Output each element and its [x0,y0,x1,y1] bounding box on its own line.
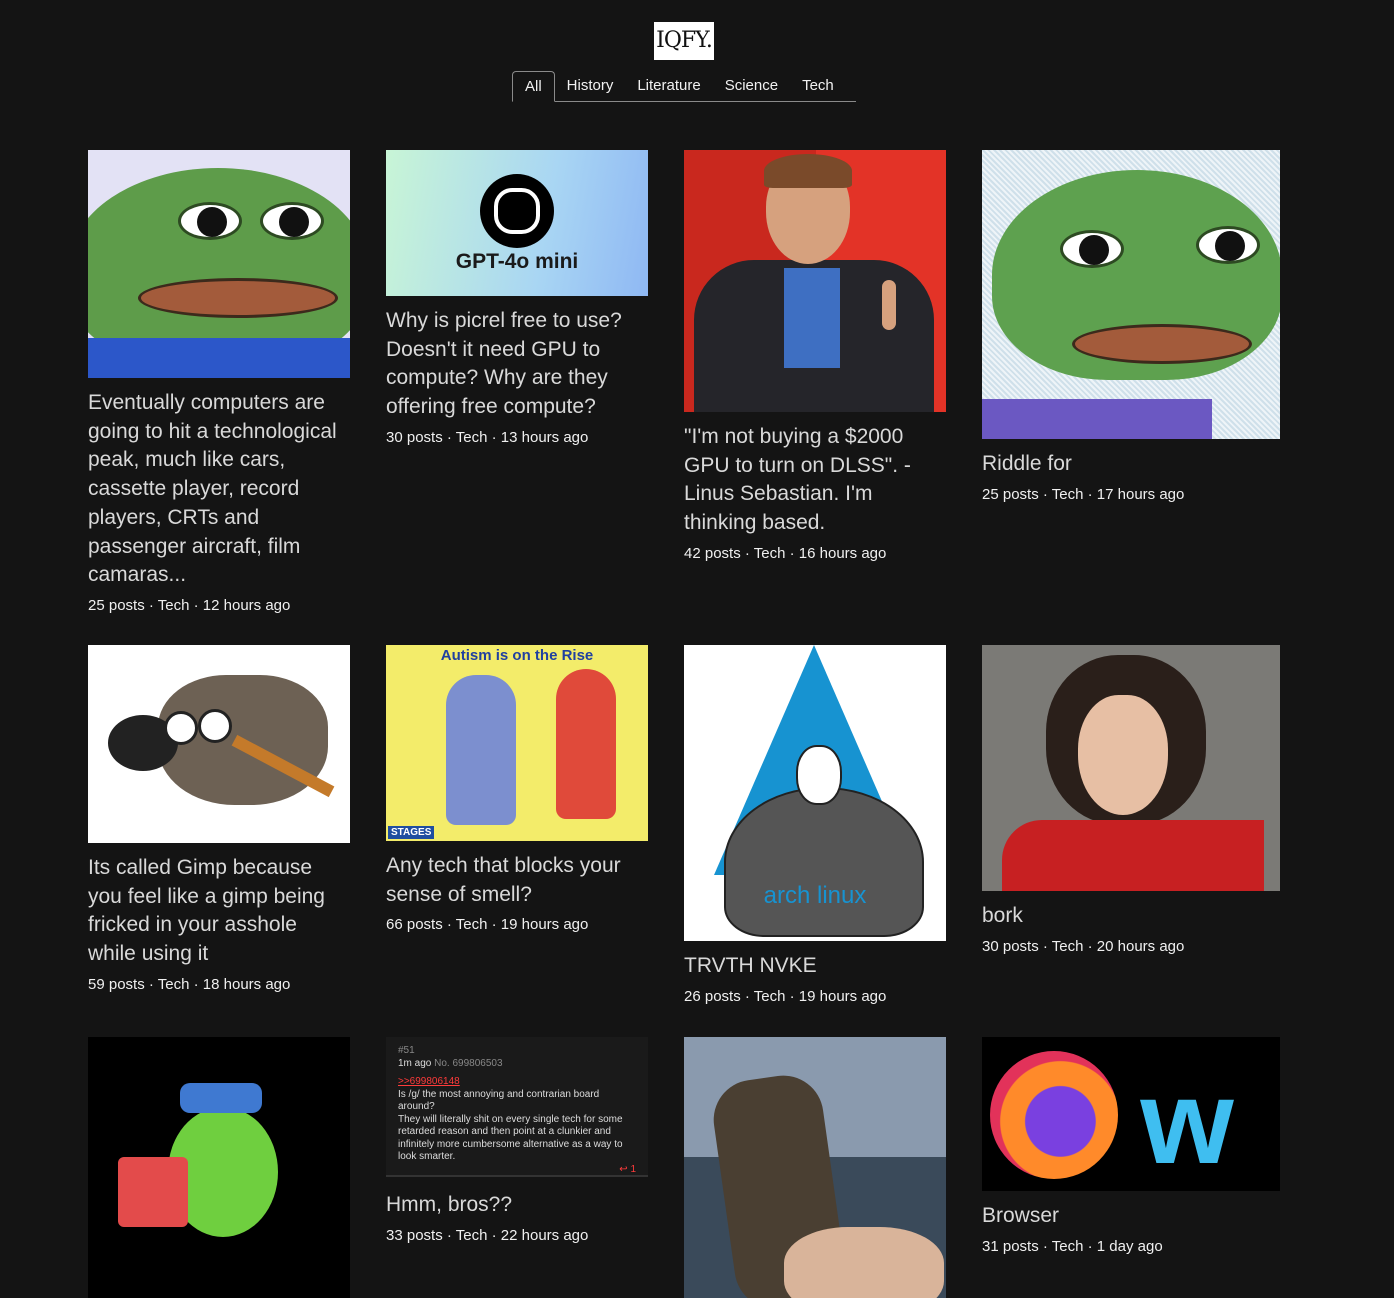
thread-title[interactable]: TRVTH NVKE [684,952,946,981]
thumb-caption: Autism is on the Rise [440,647,594,664]
thumb-shape [164,711,198,745]
thread-thumbnail[interactable]: arch linux [684,645,946,941]
tab-science[interactable]: Science [713,71,790,102]
thread-card[interactable]: Autism is on the Rise STAGES Any tech th… [386,645,648,933]
thread-meta: 33 posts · Tech · 22 hours ago [386,1226,589,1244]
post-id: No. 699806503 [434,1057,503,1069]
thumb-shape [1196,226,1260,264]
thread-card[interactable] [88,1037,350,1298]
thread-meta: 42 posts · Tech · 16 hours ago [684,544,887,562]
thumb-shape [556,669,616,819]
thread-meta: 30 posts · Tech · 20 hours ago [982,937,1185,955]
thread-title[interactable]: Any tech that blocks your sense of smell… [386,852,648,909]
thread-thumbnail[interactable]: Autism is on the Rise STAGES [386,645,648,841]
post-time: 1m ago [398,1057,432,1069]
thumb-shape [1078,695,1168,815]
thumb-shape [180,1083,262,1113]
thumb-shape [796,745,842,805]
post-number: #51 [398,1045,415,1056]
thumb-shape [260,202,324,240]
thread-card[interactable]: Eventually computers are going to hit a … [88,150,350,614]
thread-card[interactable]: w Browser 31 posts · Tech · 1 day ago [982,1037,1280,1255]
thread-card[interactable] [684,1037,946,1298]
thread-meta: 25 posts · Tech · 17 hours ago [982,485,1185,503]
thumb-shape [982,399,1212,439]
thumb-shape [1215,231,1245,261]
thread-title[interactable]: bork [982,902,1280,931]
thread-card[interactable]: Riddle for 25 posts · Tech · 17 hours ag… [982,150,1280,503]
thumb-caption: STAGES [388,826,435,839]
thumb-shape [1002,820,1264,891]
thread-title[interactable]: Hmm, bros?? [386,1191,648,1220]
thread-title[interactable]: "I'm not buying a $2000 GPU to turn on D… [684,423,946,538]
thumb-shape [138,278,338,318]
thread-meta: 31 posts · Tech · 1 day ago [982,1237,1163,1255]
tab-all[interactable]: All [512,71,555,102]
thread-meta: 25 posts · Tech · 12 hours ago [88,596,291,614]
thumb-shape [1079,235,1109,265]
thread-title[interactable]: Why is picrel free to use? Doesn't it ne… [386,307,648,422]
thumb-shape [1072,324,1252,364]
waterfox-logo-icon: w [1140,1055,1234,1189]
thread-title[interactable]: Browser [982,1202,1280,1231]
thread-thumbnail[interactable]: w [982,1037,1280,1191]
firefox-logo-icon [990,1051,1118,1179]
post-header: 1m ago No. 699806503 [398,1058,636,1071]
reply-count-value: 1 [630,1163,636,1175]
thread-card[interactable]: "I'm not buying a $2000 GPU to turn on D… [684,150,946,562]
thumb-shape [784,1227,944,1298]
thumb-caption: arch linux [763,882,867,909]
thumb-shape [178,202,242,240]
thumb-shape [279,207,309,237]
reply-count: ↩ 1 [619,1163,636,1175]
thumb-shape [198,709,232,743]
thread-meta: 66 posts · Tech · 19 hours ago [386,916,589,934]
thread-card[interactable]: arch linux TRVTH NVKE 26 posts · Tech · … [684,645,946,1005]
thumb-shape [118,1157,188,1227]
thumb-shape [494,188,540,234]
thread-title[interactable]: Its called Gimp because you feel like a … [88,854,350,969]
thread-thumbnail[interactable] [88,645,350,843]
thread-card[interactable]: #51 1m ago No. 699806503 >>699806148 Is … [386,1037,648,1244]
thumb-shape [724,787,924,937]
thumb-shape [764,154,852,188]
thread-thumbnail[interactable] [88,1037,350,1298]
thumb-shape [784,268,840,368]
thread-card[interactable]: Its called Gimp because you feel like a … [88,645,350,993]
thread-card[interactable]: GPT-4o mini Why is picrel free to use? D… [386,150,648,446]
site-logo[interactable]: IQFY. [654,22,714,60]
thread-thumbnail[interactable] [88,150,350,378]
thumb-shape [88,338,350,378]
thread-thumbnail[interactable] [982,150,1280,439]
thread-title[interactable]: Eventually computers are going to hit a … [88,389,350,590]
thread-meta: 26 posts · Tech · 19 hours ago [684,987,887,1005]
post-body: Is /g/ the most annoying and contrarian … [398,1088,623,1163]
thread-thumbnail[interactable]: GPT-4o mini [386,150,648,296]
thread-thumbnail[interactable] [684,150,946,412]
thumb-caption: GPT-4o mini [455,250,579,273]
thumb-shape [446,675,516,825]
thumb-shape [882,280,896,330]
category-tabs: All History Literature Science Tech [512,71,856,102]
reply-link[interactable]: >>699806148 [398,1076,636,1089]
thread-card[interactable]: bork 30 posts · Tech · 20 hours ago [982,645,1280,955]
thread-title[interactable]: Riddle for [982,450,1280,479]
tab-tech[interactable]: Tech [790,71,846,102]
tab-literature[interactable]: Literature [625,71,712,102]
thread-thumbnail[interactable]: #51 1m ago No. 699806503 >>699806148 Is … [386,1037,648,1177]
thread-thumbnail[interactable] [982,645,1280,891]
thread-meta: 30 posts · Tech · 13 hours ago [386,428,589,446]
thumb-shape [197,207,227,237]
tab-history[interactable]: History [555,71,626,102]
thread-meta: 59 posts · Tech · 18 hours ago [88,975,291,993]
thumb-shape [1060,230,1124,268]
thread-thumbnail[interactable] [684,1037,946,1298]
